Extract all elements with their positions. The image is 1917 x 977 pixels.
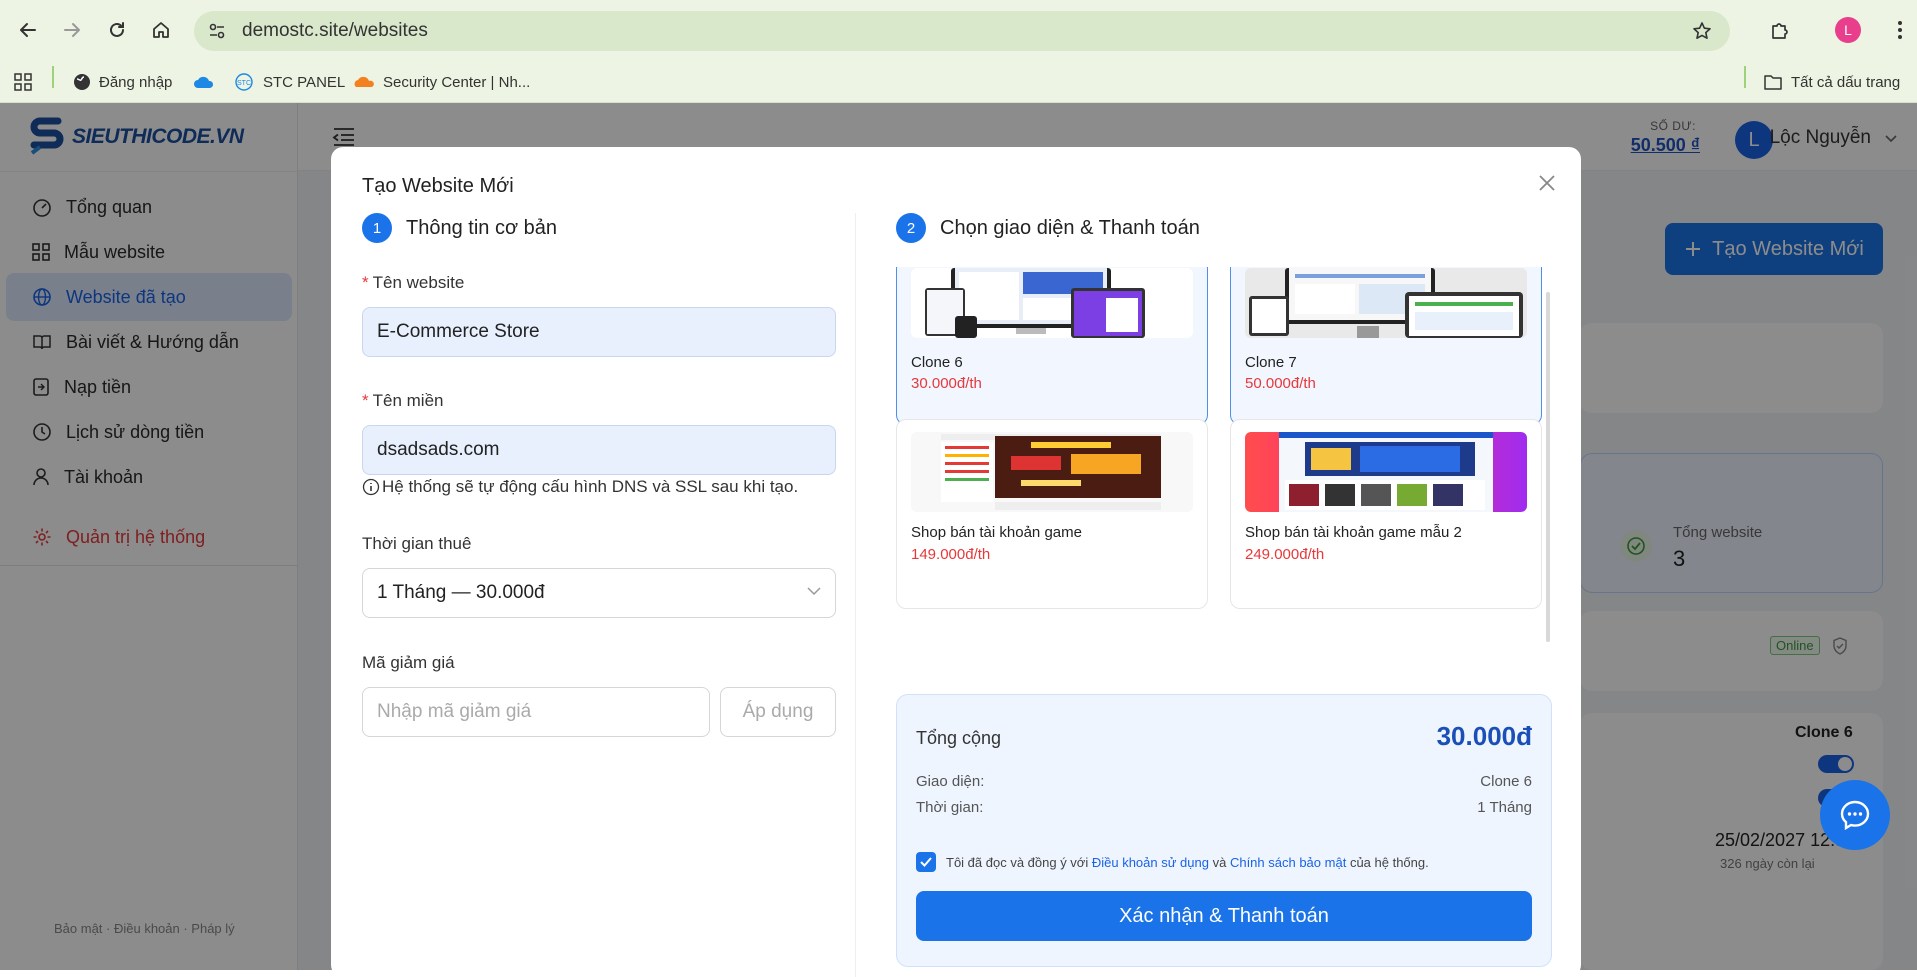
url-text[interactable]: demostc.site/websites [242,20,428,42]
profile-avatar[interactable]: L [1835,17,1861,43]
domain-label: * Tên miền [362,391,444,410]
step-label: Thông tin cơ bản [406,216,557,239]
apps-button[interactable] [14,68,32,96]
template-thumbnail [911,432,1193,512]
svg-text:STC: STC [237,80,251,87]
apply-coupon-button[interactable]: Áp dụng [720,687,836,737]
create-website-modal: Tạo Website Mới 1 Thông tin cơ bản 2 Chọ… [331,147,1581,977]
reload-button[interactable] [101,14,133,46]
template-name: Clone 7 [1245,354,1297,371]
bookmark-stc-panel[interactable]: STC STC PANEL [233,68,345,96]
confirm-payment-button[interactable]: Xác nhận & Thanh toán [916,891,1532,941]
bookmark-separator [1744,66,1746,88]
folder-icon [1764,75,1782,90]
domain-input[interactable]: dsadsads.com [362,425,836,475]
template-thumbnail [1245,268,1527,338]
template-price: 149.000đ/th [911,546,991,563]
kebab-menu-icon [1898,21,1902,39]
template-price: 249.000đ/th [1245,546,1325,563]
all-bookmarks-button[interactable]: Tất cả dấu trang [1763,68,1900,96]
globe-icon [74,74,90,90]
column-divider [855,213,856,977]
website-name-label: * Tên website [362,273,465,292]
bookmarks-bar: Đăng nhập STC STC PANEL Security Center … [0,60,1917,103]
bookmark-label: Đăng nhập [99,73,173,91]
bookmark-label: Security Center | Nh... [383,73,531,91]
step-2-header: 2 Chọn giao diện & Thanh toán [896,213,1200,243]
order-summary: Tổng cộng 30.000đ Giao diện: Clone 6 Thờ… [896,694,1552,967]
template-card-clone-6[interactable]: Clone 6 30.000đ/th [896,267,1208,425]
agree-text: Tôi đã đọc và đồng ý với [946,854,1089,870]
summary-theme-value: Clone 6 [1480,773,1532,790]
home-button[interactable] [145,14,177,46]
coupon-input[interactable]: Nhập mã giảm giá [362,687,710,737]
forward-button[interactable] [56,14,88,46]
summary-theme-label: Giao diện: [916,773,985,790]
summary-total: 30.000đ [1436,721,1532,751]
template-scrollbar[interactable] [1546,292,1550,642]
template-name: Shop bán tài khoản game mẫu 2 [1245,524,1462,541]
step-label: Chọn giao diện & Thanh toán [940,216,1200,239]
summary-time-label: Thời gian: [916,799,984,816]
chat-button[interactable] [1820,780,1890,850]
close-icon[interactable] [1537,173,1557,193]
domain-hint: Hệ thống sẽ tự động cấu hình DNS và SSL … [362,477,798,497]
back-button[interactable] [12,14,44,46]
modal-title: Tạo Website Mới [362,175,514,197]
summary-time-value: 1 Tháng [1477,799,1532,816]
stc-icon: STC [235,73,253,91]
info-icon [362,478,380,496]
template-card-clone-7[interactable]: Clone 7 50.000đ/th [1230,267,1542,425]
bookmark-label: STC PANEL [263,73,346,91]
template-card-shop-game-2[interactable]: Shop bán tài khoản game mẫu 2 249.000đ/t… [1230,419,1542,609]
profile-button[interactable]: L [1832,14,1864,46]
reload-icon [110,22,124,37]
arrow-left-icon [20,23,36,37]
summary-title: Tổng cộng [916,728,1002,748]
chevron-down-icon [807,587,821,596]
star-icon[interactable] [1692,21,1712,41]
bookmark-login[interactable]: Đăng nhập [73,68,172,96]
template-thumbnail [911,268,1193,338]
agree-text: và [1212,854,1227,870]
browser-toolbar: demostc.site/websites L [0,0,1917,60]
arrow-right-icon [64,23,80,37]
bookmark-security-center[interactable]: Security Center | Nh... [353,68,530,96]
step-number: 1 [362,213,392,243]
agree-checkbox[interactable] [916,852,936,872]
apps-grid-icon [14,73,32,91]
chat-icon [1840,800,1870,831]
cloud-icon [194,76,214,88]
step-1-header: 1 Thông tin cơ bản [362,213,557,243]
check-icon [920,857,932,867]
template-name: Shop bán tài khoản game [911,524,1082,541]
all-bookmarks-label: Tất cả dấu trang [1791,73,1901,91]
puzzle-icon [1772,23,1788,39]
template-thumbnail [1245,432,1527,512]
template-card-shop-game[interactable]: Shop bán tài khoản game 149.000đ/th [896,419,1208,609]
site-settings-icon [209,23,225,39]
terms-link[interactable]: Điều khoản sử dụng [1092,855,1209,870]
extensions-button[interactable] [1764,14,1796,46]
website-name-input[interactable]: E-Commerce Store [362,307,836,357]
duration-label: Thời gian thuê [362,534,472,553]
home-icon [153,22,169,38]
duration-select[interactable]: 1 Tháng — 30.000đ [362,568,836,618]
step-number: 2 [896,213,926,243]
bookmark-separator [52,66,54,88]
address-bar[interactable]: demostc.site/websites [194,11,1730,51]
bookmark-cloud[interactable] [193,68,215,96]
agree-text: của hệ thống. [1349,854,1429,870]
browser-menu-button[interactable] [1884,14,1916,46]
privacy-link[interactable]: Chính sách bảo mật [1230,855,1346,870]
coupon-label: Mã giảm giá [362,653,455,672]
duration-value: 1 Tháng — 30.000đ [377,582,545,603]
agree-terms: Tôi đã đọc và đồng ý với Điều khoản sử d… [916,852,1429,872]
template-price: 30.000đ/th [911,375,982,392]
template-price: 50.000đ/th [1245,375,1316,392]
template-name: Clone 6 [911,354,963,371]
cloudflare-icon [354,76,374,87]
